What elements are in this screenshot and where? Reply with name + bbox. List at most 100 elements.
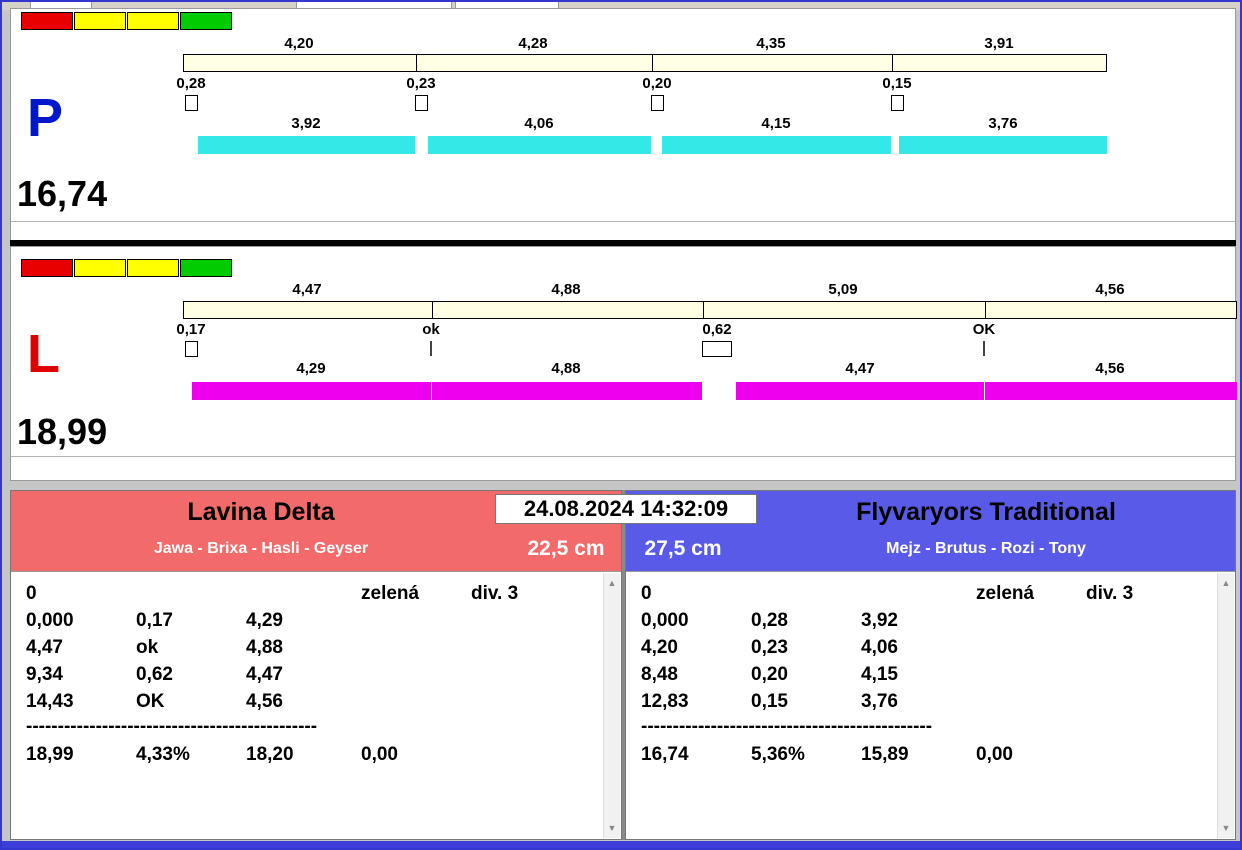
dog-time-label: 4,06 xyxy=(524,115,554,132)
result-cell: zelená xyxy=(976,583,1035,604)
change-time-label: 0,15 xyxy=(882,75,912,92)
split-bar-divider xyxy=(432,302,433,318)
lane-total-time: 18,99 xyxy=(17,411,108,452)
change-marker-box[interactable] xyxy=(415,95,428,111)
result-cell xyxy=(246,580,361,607)
result-cell: 4,29 xyxy=(246,610,283,631)
change-time-label: 0,62 xyxy=(702,321,732,338)
team-panel-left: Lavina Delta Jawa - Brixa - Hasli - Geys… xyxy=(10,490,622,840)
result-cell: 3,92 xyxy=(861,610,898,631)
result-cell xyxy=(976,607,1086,634)
jump-height: 22,5 cm xyxy=(527,537,605,560)
result-cell xyxy=(471,741,599,768)
result-cell: 4,06 xyxy=(861,637,898,658)
result-cell: 0,23 xyxy=(751,637,788,658)
result-cell: div. 3 xyxy=(471,583,519,604)
result-cell: 4,56 xyxy=(246,691,283,712)
dog-time-label: 4,15 xyxy=(761,115,791,132)
result-row: 14,43 OK 4,56 xyxy=(26,688,599,715)
result-cell xyxy=(361,688,471,715)
change-marker-box[interactable] xyxy=(185,341,198,357)
team-name: Lavina Delta xyxy=(187,498,335,526)
result-totals-row: 16,74 5,36% 15,89 0,00 xyxy=(641,741,1213,768)
change-marker-box[interactable] xyxy=(891,95,904,111)
start-light-red-icon xyxy=(21,259,73,277)
result-cell xyxy=(1086,688,1213,715)
result-cell: zelená xyxy=(361,583,420,604)
dog-time-bar xyxy=(192,382,431,400)
dog-time-label: 4,88 xyxy=(551,360,581,377)
change-marker-box[interactable] xyxy=(185,95,198,111)
lane-p-panel: 4,20 4,28 4,35 3,91 0,28 0,23 0,20 0,15 … xyxy=(10,8,1236,241)
start-light-yellow2-icon xyxy=(127,12,179,30)
split-time-label: 4,88 xyxy=(551,281,581,298)
result-cell: 4,15 xyxy=(861,664,898,685)
result-row: 8,48 0,20 4,15 xyxy=(641,661,1213,688)
result-cell: 0,15 xyxy=(751,691,788,712)
split-time-label: 4,35 xyxy=(756,35,786,52)
dog-time-label: 4,47 xyxy=(845,360,875,377)
result-cell xyxy=(976,661,1086,688)
dog-time-bar xyxy=(662,136,891,154)
split-time-label: 3,91 xyxy=(984,35,1014,52)
result-cell: 0 xyxy=(641,583,652,604)
dog-time-label: 3,92 xyxy=(291,115,321,132)
scrollbar[interactable]: ▲ ▼ xyxy=(603,573,620,838)
team-dogs: Jawa - Brixa - Hasli - Geyser xyxy=(153,540,369,557)
result-cell: 12,83 xyxy=(641,691,689,712)
dog-time-label: 4,29 xyxy=(296,360,326,377)
split-bar xyxy=(183,301,1237,319)
result-cell: 0,000 xyxy=(26,610,74,631)
result-cell xyxy=(1086,661,1213,688)
dog-time-bar xyxy=(432,382,702,400)
result-row: 0,000 0,17 4,29 xyxy=(26,607,599,634)
result-cell xyxy=(361,607,471,634)
result-cell: 18,20 xyxy=(246,744,294,765)
results-table-left: 0 zelená div. 3 0,000 0,17 4,29 4,47 ok xyxy=(11,571,621,839)
lane-l-panel: 4,47 4,88 5,09 4,56 0,17 ok 0,62 OK 4,29… xyxy=(10,246,1237,481)
result-row: 9,34 0,62 4,47 xyxy=(26,661,599,688)
result-cell: 0,000 xyxy=(641,610,689,631)
result-cell xyxy=(471,634,599,661)
result-cell: div. 3 xyxy=(1086,583,1134,604)
result-cell: 4,47 xyxy=(246,664,283,685)
result-cell: 4,47 xyxy=(26,637,63,658)
result-cell: 4,33% xyxy=(136,744,190,765)
start-light-yellow1-icon xyxy=(74,259,126,277)
result-cell xyxy=(976,688,1086,715)
result-cell: 9,34 xyxy=(26,664,63,685)
change-marker-tick xyxy=(983,341,985,356)
dog-time-label: 4,56 xyxy=(1095,360,1125,377)
scrollbar[interactable]: ▲ ▼ xyxy=(1217,573,1234,838)
dog-time-bar xyxy=(985,382,1237,400)
result-cell xyxy=(976,634,1086,661)
change-time-label: OK xyxy=(972,321,996,338)
change-marker-box[interactable] xyxy=(651,95,664,111)
split-bar xyxy=(183,54,1107,72)
scroll-up-arrow-icon[interactable]: ▲ xyxy=(604,575,620,591)
scroll-down-arrow-icon[interactable]: ▼ xyxy=(1218,820,1234,836)
result-row: 4,20 0,23 4,06 xyxy=(641,634,1213,661)
change-time-label: 0,17 xyxy=(176,321,206,338)
result-cell: 0 xyxy=(26,583,37,604)
team-dogs: Mejz - Brutus - Rozi - Tony xyxy=(886,540,1086,557)
dog-time-bar xyxy=(736,382,984,400)
lane-footer-line xyxy=(11,456,1235,457)
dog-time-label: 3,76 xyxy=(988,115,1018,132)
split-time-label: 4,56 xyxy=(1095,281,1125,298)
lane-letter: L xyxy=(27,324,60,384)
split-bar-divider xyxy=(985,302,986,318)
result-cell: 0,00 xyxy=(976,744,1013,765)
jump-height: 27,5 cm xyxy=(644,537,722,560)
change-marker-box[interactable] xyxy=(702,341,732,357)
dog-time-bar xyxy=(198,136,415,154)
result-totals-row: 18,99 4,33% 18,20 0,00 xyxy=(26,741,599,768)
start-light-green-icon xyxy=(180,259,232,277)
scroll-down-arrow-icon[interactable]: ▼ xyxy=(604,820,620,836)
result-cell xyxy=(136,580,246,607)
start-light-red-icon xyxy=(21,12,73,30)
split-time-label: 5,09 xyxy=(828,281,858,298)
change-time-label: 0,28 xyxy=(176,75,206,92)
scroll-up-arrow-icon[interactable]: ▲ xyxy=(1218,575,1234,591)
start-light-yellow2-icon xyxy=(127,259,179,277)
